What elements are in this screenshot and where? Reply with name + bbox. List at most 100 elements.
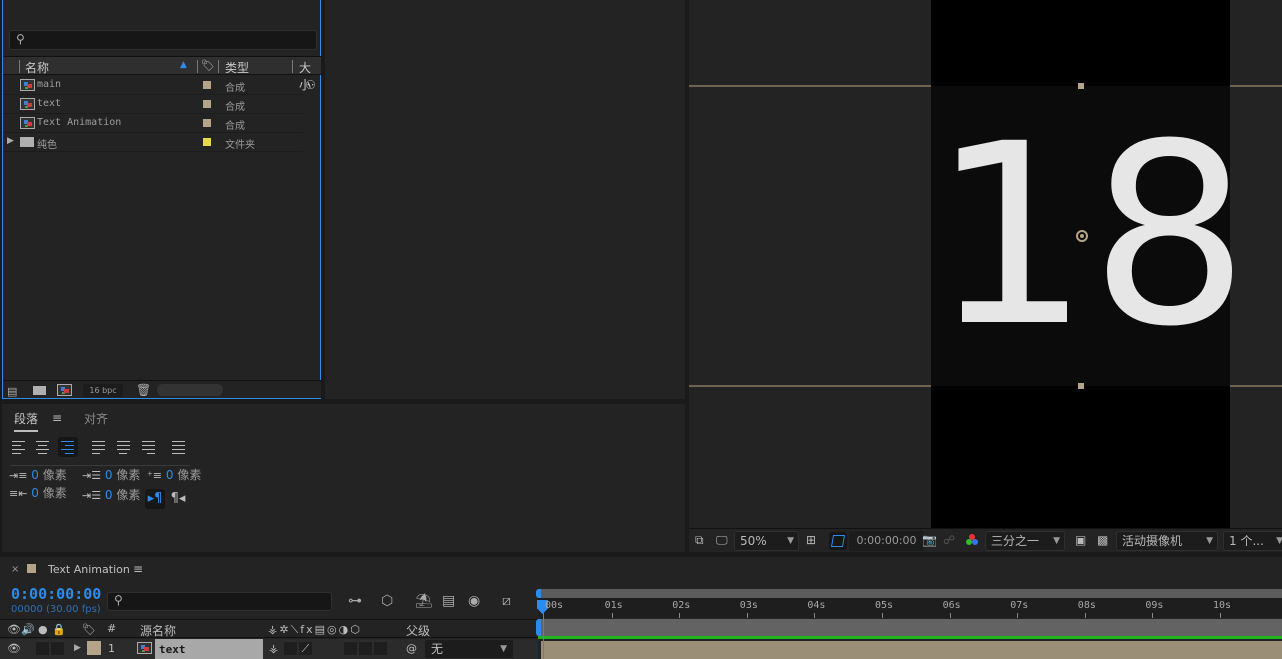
- project-search-input[interactable]: ⚲: [9, 30, 317, 50]
- camera-dropdown[interactable]: 活动摄像机 ▼: [1116, 531, 1218, 551]
- column-name[interactable]: 名称: [25, 59, 49, 76]
- frame-blending-icon[interactable]: ▤: [442, 593, 455, 609]
- time-navigator[interactable]: [538, 589, 1282, 598]
- parent-dropdown[interactable]: 无 ▼: [425, 640, 513, 658]
- shy-switch-icon[interactable]: ⚶: [269, 642, 278, 655]
- visibility-eye-icon[interactable]: 👁: [7, 642, 21, 655]
- project-item-solids-folder[interactable]: ▶ 纯色 文件夹: [3, 133, 303, 152]
- justify-last-center-button[interactable]: [114, 437, 134, 457]
- label-swatch[interactable]: [203, 100, 211, 108]
- column-source-name[interactable]: 源名称: [140, 622, 176, 639]
- close-icon[interactable]: ×: [11, 564, 19, 575]
- graph-editor-icon[interactable]: ⧄: [502, 593, 511, 609]
- tab-align[interactable]: 对齐: [84, 410, 108, 427]
- project-item-text[interactable]: text 合成: [3, 95, 303, 114]
- project-item-main[interactable]: main 合成: [3, 76, 303, 95]
- left-to-right-direction-button[interactable]: ▸¶: [145, 489, 165, 509]
- work-area-bar[interactable]: [538, 619, 1282, 636]
- layer-name[interactable]: text: [155, 639, 263, 659]
- navigator-start-handle[interactable]: [536, 589, 541, 598]
- indent-left-value[interactable]: 0: [31, 468, 39, 482]
- layer-search-input[interactable]: ⚲: [107, 592, 332, 611]
- label-tag-icon[interactable]: 🏷: [201, 59, 215, 72]
- panel-menu-icon[interactable]: ≡: [52, 411, 62, 425]
- justify-last-left-button[interactable]: [89, 437, 109, 457]
- adjustment-switch[interactable]: [359, 642, 372, 655]
- tab-paragraph[interactable]: 段落: [14, 410, 39, 432]
- transform-handle-bottom[interactable]: [1078, 383, 1084, 389]
- new-composition-icon[interactable]: [57, 384, 72, 396]
- justify-all-button[interactable]: [169, 437, 189, 457]
- fast-previews-icon[interactable]: ▣: [1075, 533, 1086, 547]
- label-swatch[interactable]: [203, 138, 211, 146]
- quality-switch[interactable]: ⟋: [299, 642, 312, 655]
- color-channels-icon[interactable]: [966, 534, 978, 546]
- project-item-text-animation[interactable]: Text Animation 合成: [3, 114, 303, 133]
- label-swatch[interactable]: [203, 119, 211, 127]
- label-swatch[interactable]: [203, 81, 211, 89]
- composition-flowchart-icon[interactable]: ⊶: [348, 593, 362, 609]
- composition-viewer[interactable]: 18: [689, 0, 1282, 528]
- solo-toggle[interactable]: [51, 642, 64, 655]
- transform-handle-top[interactable]: [1078, 83, 1084, 89]
- show-snapshot-icon[interactable]: ☍: [943, 533, 955, 547]
- trash-icon[interactable]: 🗑: [136, 383, 151, 397]
- layer-duration-bar[interactable]: [541, 641, 1282, 659]
- align-center-button[interactable]: [33, 437, 53, 457]
- time-ruler[interactable]: [538, 598, 1282, 618]
- anchor-point-icon[interactable]: [1076, 230, 1088, 242]
- draft-3d-icon[interactable]: ⬡: [381, 593, 393, 609]
- video-eye-icon[interactable]: 👁: [7, 623, 21, 636]
- expand-triangle-icon[interactable]: ▶: [74, 643, 81, 653]
- region-of-interest-button[interactable]: [829, 532, 847, 550]
- collapse-switch[interactable]: [284, 642, 297, 655]
- always-preview-icon[interactable]: ⧉: [695, 533, 704, 548]
- indent-right-value[interactable]: 0: [31, 486, 39, 500]
- indent-right-field[interactable]: ≡⇤ 0 像素: [9, 484, 67, 501]
- align-right-button[interactable]: [58, 437, 78, 457]
- column-type[interactable]: 类型: [225, 59, 249, 76]
- justify-last-right-button[interactable]: [139, 437, 159, 457]
- resolution-dropdown[interactable]: 三分之一 ▼: [985, 531, 1065, 551]
- zoom-dropdown[interactable]: 50% ▼: [734, 531, 799, 551]
- right-to-left-direction-button[interactable]: ¶◂: [168, 489, 188, 509]
- lock-icon[interactable]: 🔒: [52, 623, 66, 636]
- bit-depth-button[interactable]: 16 bpc: [83, 384, 123, 397]
- space-before-field[interactable]: ⇥☰ 0 像素: [82, 466, 140, 483]
- horizontal-scrollbar[interactable]: [157, 384, 223, 396]
- flowchart-icon[interactable]: ⚇: [305, 78, 316, 92]
- layer-label-swatch[interactable]: [87, 641, 101, 655]
- column-parent[interactable]: 父级: [406, 622, 430, 639]
- transparency-grid-icon[interactable]: ▩: [1097, 533, 1108, 547]
- safe-zones-icon[interactable]: ⊞: [806, 533, 816, 547]
- motion-blur-icon[interactable]: ◉: [468, 593, 480, 609]
- shy-layers-icon[interactable]: ⛱: [415, 593, 433, 609]
- solo-icon[interactable]: ●: [38, 623, 48, 636]
- space-after-value[interactable]: 0: [105, 488, 113, 502]
- views-dropdown[interactable]: 1 个... ▼: [1223, 531, 1282, 551]
- motion-blur-switch[interactable]: [344, 642, 357, 655]
- space-after-field[interactable]: ⇥☰ 0 像素: [82, 486, 140, 503]
- label-tag-icon[interactable]: 🏷: [82, 623, 96, 636]
- space-before-value[interactable]: 0: [105, 468, 113, 482]
- work-area-start-handle[interactable]: [536, 619, 541, 636]
- audio-icon[interactable]: 🔊: [21, 623, 35, 636]
- expand-triangle-icon[interactable]: ▶: [7, 136, 14, 146]
- first-line-value[interactable]: 0: [166, 468, 174, 482]
- layer-row[interactable]: 👁 ▶ 1 text ⚶ ⟋ @ 无 ▼: [0, 639, 538, 659]
- 3d-layer-switch[interactable]: [374, 642, 387, 655]
- current-time[interactable]: 0:00:00:00: [11, 585, 101, 603]
- indent-left-field[interactable]: ⇥≡ 0 像素: [9, 466, 67, 483]
- audio-toggle[interactable]: [36, 642, 49, 655]
- first-line-indent-field[interactable]: ⁺≡ 0 像素: [147, 466, 201, 483]
- align-left-button[interactable]: [9, 437, 29, 457]
- parent-pickwhip-icon[interactable]: @: [406, 642, 417, 655]
- interpret-footage-icon[interactable]: ▤: [7, 385, 17, 398]
- current-time-display[interactable]: 0:00:00:00: [849, 531, 924, 551]
- monitor-icon[interactable]: 🖵: [716, 533, 728, 548]
- timeline-tab-title[interactable]: Text Animation: [48, 563, 130, 576]
- new-folder-icon[interactable]: [33, 386, 46, 395]
- sort-ascending-icon[interactable]: ▲: [180, 60, 187, 70]
- panel-menu-icon[interactable]: ≡: [133, 562, 143, 576]
- column-number[interactable]: #: [107, 622, 116, 635]
